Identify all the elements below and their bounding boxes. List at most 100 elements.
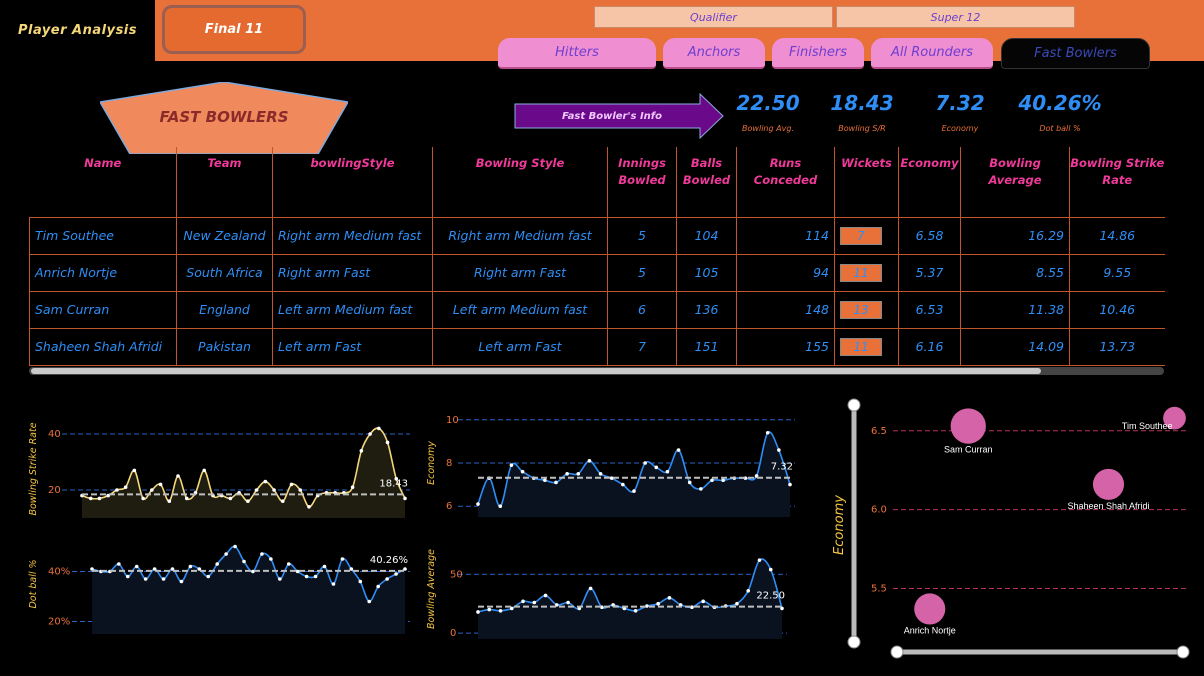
bubble-label: Shaheen Shah Afridi <box>1067 501 1149 511</box>
table-row[interactable]: Tim Southee New Zealand Right arm Medium… <box>29 216 1165 254</box>
series-area <box>478 431 790 517</box>
tab-anchors[interactable]: Anchors <box>663 38 765 69</box>
data-point <box>307 505 311 509</box>
tab-hitters[interactable]: Hitters <box>498 38 656 69</box>
data-point <box>588 586 593 591</box>
col-header-team[interactable]: Team <box>176 147 273 205</box>
col-header-wickets[interactable]: Wickets <box>834 147 899 205</box>
cell-name: Anrich Nortje <box>29 253 177 291</box>
y-tick-label: 8 <box>446 458 452 469</box>
data-point <box>566 600 570 605</box>
col-header-name[interactable]: Name <box>30 147 177 205</box>
scrollbar-thumb[interactable] <box>31 368 1041 374</box>
cell-bowling-average: 16.29 <box>960 216 1070 254</box>
data-point <box>765 430 770 435</box>
cell-runs: 114 <box>736 216 835 254</box>
data-point <box>656 601 660 606</box>
data-point <box>322 564 327 569</box>
kpi-bowling-avg-label: Bowling Avg. <box>742 123 794 133</box>
data-point <box>768 567 773 572</box>
col-header-balls[interactable]: Balls Bowled <box>676 147 737 205</box>
col-header-bowlingstyle[interactable]: bowlingStyle <box>272 147 433 205</box>
tab-fast-bowlers[interactable]: Fast Bowlers <box>1001 38 1150 69</box>
data-point <box>385 440 390 445</box>
cell-bowling-average: 14.09 <box>960 327 1070 366</box>
tab-all-rounders[interactable]: All Rounders <box>871 38 993 69</box>
tab-finishers[interactable]: Finishers <box>772 38 864 69</box>
cell-bowlingstyle: Right arm Medium fast <box>272 216 433 254</box>
series-area <box>92 546 405 634</box>
data-point <box>176 474 180 478</box>
data-point <box>358 579 363 584</box>
table-row[interactable]: Anrich Nortje South Africa Right arm Fas… <box>29 253 1165 291</box>
y-tick-label: 40% <box>48 567 70 578</box>
cell-innings: 6 <box>607 290 677 328</box>
data-point <box>667 596 672 600</box>
strike-rate-chart: Bowling Strike Rate 20 40 18.43 <box>28 422 410 518</box>
data-point <box>687 480 692 485</box>
y-axis-title: Economy <box>426 441 437 485</box>
horizontal-slider-handle-right <box>1176 645 1190 659</box>
data-point <box>385 577 389 581</box>
y-tick-label: 50 <box>450 569 463 580</box>
y-tick-label: 10 <box>446 415 459 426</box>
section-title: FAST BOWLERS <box>159 108 289 126</box>
data-point <box>260 552 264 556</box>
cell-balls: 104 <box>676 216 737 254</box>
cell-strike-rate: 13.73 <box>1069 327 1165 366</box>
data-point <box>350 485 355 489</box>
wickets-bar: 11 <box>840 337 882 356</box>
col-header-economy[interactable]: Economy <box>898 147 961 205</box>
table-row[interactable]: Shaheen Shah Afridi Pakistan Left arm Fa… <box>29 327 1165 366</box>
data-point <box>565 472 569 476</box>
final-11-button[interactable]: Final 11 <box>162 5 306 54</box>
data-point <box>676 448 681 452</box>
data-point <box>97 496 102 501</box>
data-point <box>167 499 172 503</box>
col-header-bowling-average[interactable]: Bowling Average <box>960 147 1070 205</box>
cell-bowling-style: Right arm Medium fast <box>432 216 608 254</box>
data-point <box>349 567 354 571</box>
cell-bowling-style: Right arm Fast <box>432 253 608 291</box>
y-tick-label: 5.5 <box>871 583 887 594</box>
data-point <box>289 482 294 487</box>
bubble <box>1092 468 1125 500</box>
kpi-bowling-avg-value: 22.50 <box>736 91 800 115</box>
kpi-economy-label: Economy <box>941 123 979 133</box>
data-point <box>498 608 503 613</box>
bowling-average-chart: Bowling Average 0 50 22.50 <box>426 549 787 639</box>
y-axis-title: Bowling Strike Rate <box>28 422 39 515</box>
y-axis-title: Economy <box>832 495 847 555</box>
col-header-innings[interactable]: Innings Bowled <box>607 147 677 205</box>
cell-bowling-average: 8.55 <box>960 253 1070 291</box>
data-point <box>721 478 725 483</box>
cell-economy: 6.58 <box>898 216 961 254</box>
data-point <box>246 499 250 503</box>
slicer-super-12[interactable]: Super 12 <box>836 6 1075 28</box>
data-point <box>206 574 211 579</box>
dot-ball-chart: Dot ball % 20% 40% 40.26% <box>28 544 410 634</box>
data-point <box>158 482 163 487</box>
col-header-strike-rate[interactable]: Bowling Strike Rate <box>1069 147 1165 205</box>
slicer-qualifier[interactable]: Qualifier <box>594 6 833 28</box>
data-point <box>263 479 268 484</box>
wickets-bar: 7 <box>840 226 882 245</box>
data-point <box>368 432 372 436</box>
col-header-bowling-style[interactable]: Bowling Style <box>432 147 608 205</box>
table-row[interactable]: Sam Curran England Left arm Medium fast … <box>29 290 1165 328</box>
info-arrow-label: Fast Bowler's Info <box>561 110 663 122</box>
col-header-runs[interactable]: Runs Conceded <box>736 147 835 205</box>
cell-wickets: 13 <box>834 290 899 328</box>
bubble-label: Sam Curran <box>944 445 993 455</box>
app-title: Player Analysis <box>0 0 155 61</box>
table-gap-row <box>30 205 1165 217</box>
vertical-slider-handle-bottom <box>847 635 861 649</box>
data-point <box>643 461 647 465</box>
series-area <box>478 559 782 639</box>
cell-name: Shaheen Shah Afridi <box>29 327 177 366</box>
cell-team: England <box>176 290 273 328</box>
data-point <box>665 469 670 474</box>
data-point <box>633 608 638 613</box>
cell-name: Tim Southee <box>29 216 177 254</box>
data-point <box>735 601 739 606</box>
